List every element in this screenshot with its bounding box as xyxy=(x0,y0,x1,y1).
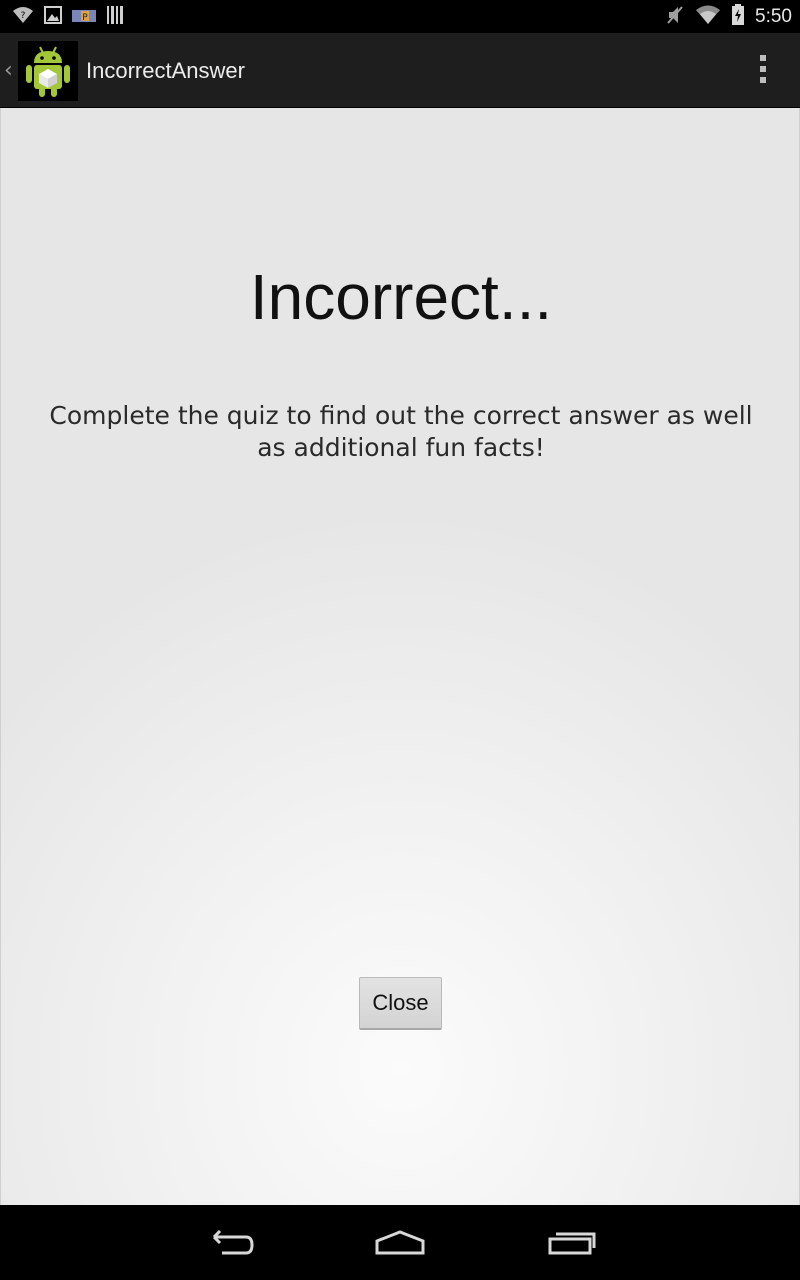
result-message: Complete the quiz to find out the correc… xyxy=(49,401,753,462)
status-bar: ? P 5:50 xyxy=(0,0,800,33)
mute-icon xyxy=(665,4,685,30)
svg-text:?: ? xyxy=(21,11,26,21)
up-caret-icon: ‹ xyxy=(4,58,13,83)
overflow-menu-icon[interactable] xyxy=(756,55,770,87)
status-clock: 5:50 xyxy=(755,6,792,27)
main-content: Incorrect... Complete the quiz to find o… xyxy=(0,108,800,1205)
navigation-bar xyxy=(0,1205,800,1280)
action-bar-title: IncorrectAnswer xyxy=(86,58,245,83)
p-badge-icon: P xyxy=(72,8,96,27)
wifi-icon xyxy=(695,5,721,29)
notification-icons: ? P xyxy=(12,6,124,28)
recents-icon[interactable] xyxy=(542,1225,602,1265)
system-icons: 5:50 xyxy=(665,4,792,30)
action-bar: ‹ IncorrectAnswer xyxy=(0,33,800,108)
back-icon[interactable] xyxy=(200,1225,260,1265)
android-app-icon xyxy=(18,41,78,101)
battery-charging-icon xyxy=(731,4,745,30)
up-navigation-button[interactable]: ‹ xyxy=(0,33,80,108)
wifi-question-icon: ? xyxy=(12,6,34,28)
home-icon[interactable] xyxy=(370,1225,430,1265)
gallery-icon xyxy=(44,6,62,28)
barcode-icon xyxy=(106,5,124,29)
svg-text:P: P xyxy=(82,13,88,23)
close-button[interactable]: Close xyxy=(359,977,442,1030)
result-headline: Incorrect... xyxy=(249,261,553,333)
